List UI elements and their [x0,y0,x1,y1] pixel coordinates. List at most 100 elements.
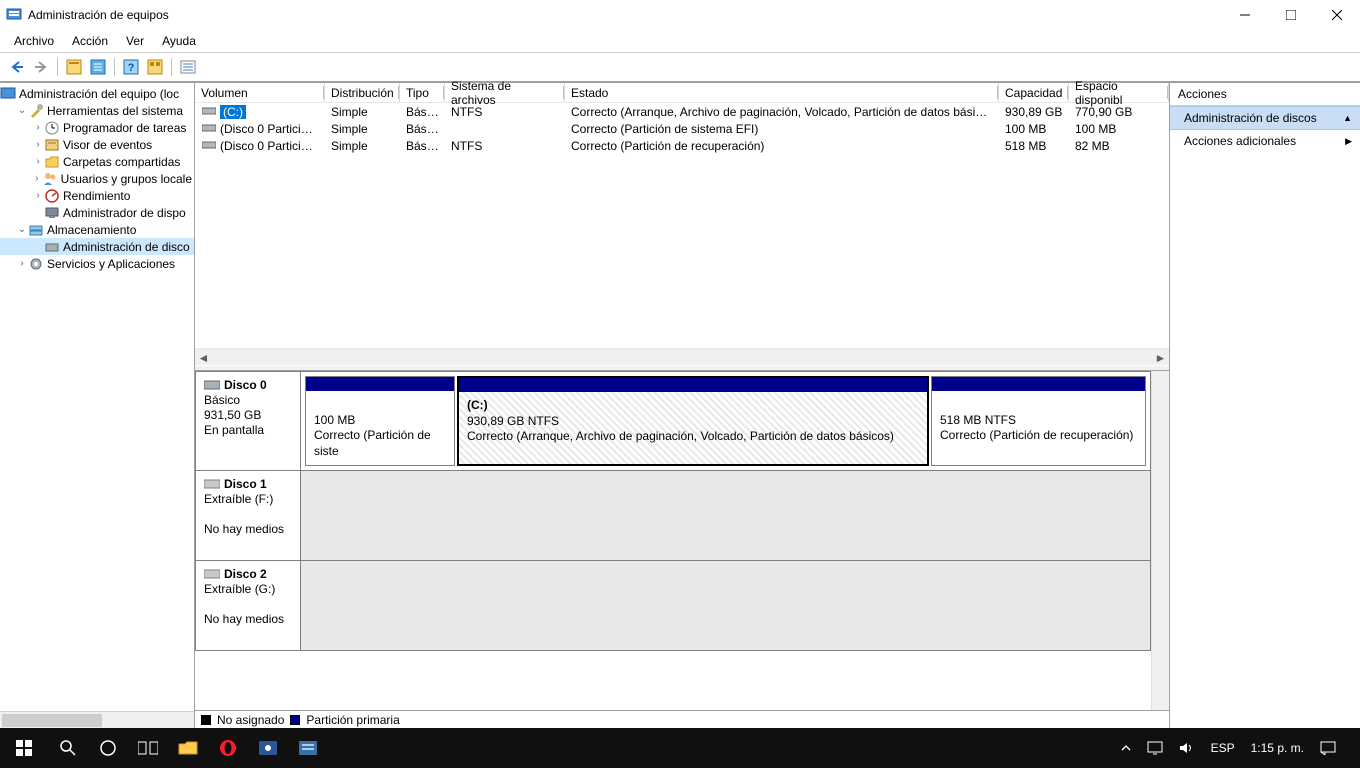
col-tipo[interactable]: Tipo [400,83,445,102]
toolbar-settings-button[interactable] [144,56,166,78]
disk-row[interactable]: Disco 0 Básico 931,50 GB En pantalla 100… [195,371,1151,471]
tree-programador[interactable]: ›Programador de tareas [0,119,194,136]
col-estado[interactable]: Estado [565,83,999,102]
menu-ver[interactable]: Ver [118,32,152,50]
nav-tree[interactable]: Administración del equipo (loc ⌄ Herrami… [0,83,195,728]
nav-back-button[interactable] [6,56,28,78]
volume-row[interactable]: (Disco 0 Partición 1) Simple Básico Corr… [195,120,1169,137]
expand-icon[interactable]: › [32,122,44,133]
maximize-button[interactable] [1268,0,1314,30]
tree-carpetas[interactable]: ›Carpetas compartidas [0,153,194,170]
tray-clock[interactable]: 1:15 p. m. [1243,728,1312,768]
tray-notifications-icon[interactable] [1312,728,1344,768]
col-disponible[interactable]: Espacio disponibl [1069,83,1169,102]
volume-row[interactable]: (Disco 0 Partición 4) Simple Básico NTFS… [195,137,1169,154]
taskbar-opera[interactable] [208,728,248,768]
close-button[interactable] [1314,0,1360,30]
tree-root[interactable]: Administración del equipo (loc [0,85,194,102]
menu-ayuda[interactable]: Ayuda [154,32,204,50]
chevron-right-icon: ▶ [1345,136,1352,147]
tools-icon [28,103,44,119]
expand-icon[interactable]: › [32,156,44,167]
nav-forward-button[interactable] [30,56,52,78]
legend-unallocated-label: No asignado [217,713,284,727]
menu-accion[interactable]: Acción [64,32,116,50]
menu-bar: Archivo Acción Ver Ayuda [0,30,1360,52]
tray-language[interactable]: ESP [1203,728,1243,768]
volume-list[interactable]: Volumen Distribución Tipo Sistema de arc… [195,83,1169,365]
toolbar-view-button[interactable] [63,56,85,78]
col-distribucion[interactable]: Distribución [325,83,400,102]
removable-icon [204,569,220,579]
users-icon [42,171,58,187]
tray-overflow[interactable] [1113,728,1139,768]
removable-icon [204,479,220,489]
tree-usuarios[interactable]: ›Usuarios y grupos locale [0,170,194,187]
show-desktop-button[interactable] [1344,728,1360,768]
partition-selected[interactable]: (C:)930,89 GB NTFSCorrecto (Arranque, Ar… [457,376,929,466]
tray-volume-icon[interactable] [1171,728,1203,768]
col-fs[interactable]: Sistema de archivos [445,83,565,102]
actions-more-item[interactable]: Acciones adicionales ▶ [1170,130,1360,152]
volume-hscrollbar[interactable]: ◄► [195,348,1169,365]
title-bar: Administración de equipos [0,0,1360,30]
legend-primary-label: Partición primaria [306,713,399,727]
taskbar-explorer[interactable] [168,728,208,768]
collapse-icon[interactable]: ⌄ [16,224,28,235]
expand-icon[interactable]: › [32,139,44,150]
taskbar-taskview[interactable] [128,728,168,768]
menu-archivo[interactable]: Archivo [6,32,62,50]
toolbar-list-button[interactable] [177,56,199,78]
tree-servicios[interactable]: ›Servicios y Aplicaciones [0,255,194,272]
minimize-button[interactable] [1222,0,1268,30]
collapse-icon[interactable]: ⌄ [16,105,28,116]
toolbar-refresh-button[interactable] [87,56,109,78]
partition[interactable]: 100 MBCorrecto (Partición de siste [305,376,455,466]
tree-hscrollbar[interactable] [0,711,194,728]
legend-swatch-unallocated [201,715,211,725]
toolbar-help-button[interactable]: ? [120,56,142,78]
taskbar[interactable]: ESP 1:15 p. m. [0,728,1360,768]
disk-row[interactable]: Disco 1 Extraíble (F:) No hay medios [195,471,1151,561]
disk-icon [204,380,220,390]
legend: No asignado Partición primaria [195,710,1169,728]
disk-info[interactable]: Disco 2 Extraíble (G:) No hay medios [196,561,301,650]
tray-network-icon[interactable] [1139,728,1171,768]
start-button[interactable] [0,728,48,768]
volume-name: (Disco 0 Partición 4) [220,139,325,153]
storage-icon [28,222,44,238]
tree-visor[interactable]: ›Visor de eventos [0,136,194,153]
col-capacidad[interactable]: Capacidad [999,83,1069,102]
taskbar-search[interactable] [48,728,88,768]
tree-root-label: Administración del equipo (loc [19,87,179,101]
disk-info[interactable]: Disco 0 Básico 931,50 GB En pantalla [196,372,301,470]
scheduler-icon [44,120,60,136]
taskbar-app2[interactable] [288,728,328,768]
volume-name: (C:) [220,105,246,119]
tree-almacenamiento[interactable]: ⌄Almacenamiento [0,221,194,238]
services-icon [28,256,44,272]
expand-icon[interactable]: › [32,190,44,201]
disk-row[interactable]: Disco 2 Extraíble (G:) No hay medios [195,561,1151,651]
partition[interactable]: 518 MB NTFSCorrecto (Partición de recupe… [931,376,1146,466]
partition-stripe [459,378,927,392]
volume-row[interactable]: (C:) Simple Básico NTFS Correcto (Arranq… [195,103,1169,120]
disk-map[interactable]: Disco 0 Básico 931,50 GB En pantalla 100… [195,371,1169,710]
actions-header: Acciones [1170,83,1360,106]
taskbar-cortana[interactable] [88,728,128,768]
tree-admdiscos[interactable]: Administración de disco [0,238,194,255]
drive-icon [201,105,217,117]
disk-info[interactable]: Disco 1 Extraíble (F:) No hay medios [196,471,301,560]
tree-herramientas[interactable]: ⌄ Herramientas del sistema [0,102,194,119]
actions-main-item[interactable]: Administración de discos ▲ [1170,106,1360,130]
tree-admdisp[interactable]: Administrador de dispo [0,204,194,221]
performance-icon [44,188,60,204]
drive-icon [201,122,217,134]
col-volumen[interactable]: Volumen [195,83,325,102]
expand-icon[interactable]: › [16,258,28,269]
expand-icon[interactable]: › [32,173,42,184]
volume-header[interactable]: Volumen Distribución Tipo Sistema de arc… [195,83,1169,103]
taskbar-app1[interactable] [248,728,288,768]
tree-rendimiento[interactable]: ›Rendimiento [0,187,194,204]
shared-folders-icon [44,154,60,170]
